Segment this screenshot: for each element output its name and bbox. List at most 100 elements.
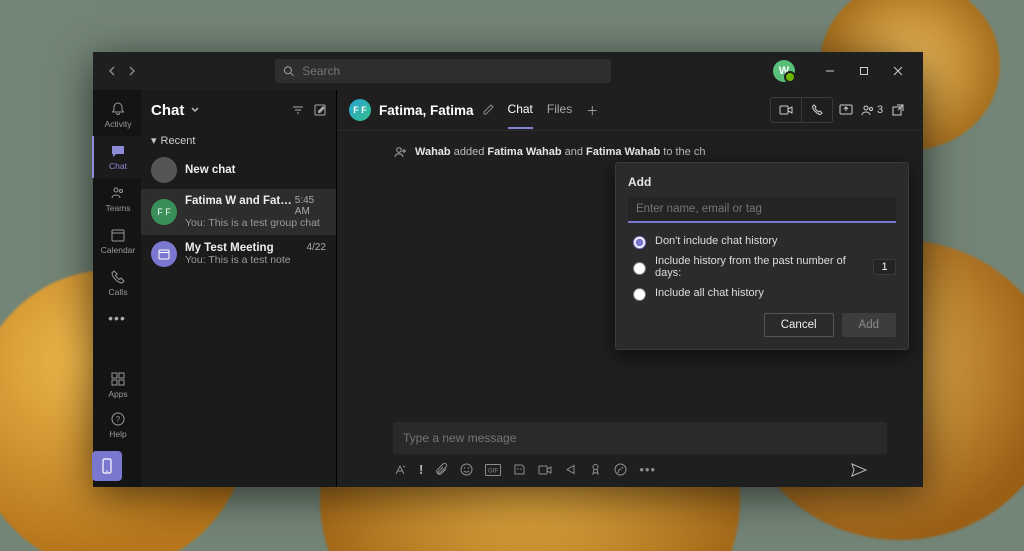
- rail-apps[interactable]: Apps: [92, 365, 142, 405]
- svg-text:GIF: GIF: [488, 468, 498, 474]
- phone-icon: [110, 269, 126, 285]
- tab-files[interactable]: Files: [547, 92, 572, 129]
- gif-icon[interactable]: GIF: [485, 464, 501, 476]
- popout-button[interactable]: [885, 104, 911, 116]
- radio-days[interactable]: [633, 262, 646, 275]
- rail-label: Calendar: [101, 245, 136, 255]
- opt-none-label: Don't include chat history: [655, 235, 778, 247]
- section-label-text: Recent: [161, 135, 196, 147]
- share-icon: [839, 104, 853, 116]
- participants-button[interactable]: 3: [859, 104, 885, 116]
- history-option-days[interactable]: Include history from the past number of …: [628, 255, 896, 279]
- rail-calendar[interactable]: Calendar: [92, 220, 142, 262]
- rail-label: Calls: [109, 287, 128, 297]
- opt-days-label: Include history from the past number of …: [655, 255, 863, 279]
- emoji-icon[interactable]: [460, 463, 473, 476]
- avatar-group: F F: [151, 199, 177, 225]
- sticker-icon[interactable]: [513, 463, 526, 476]
- history-option-all[interactable]: Include all chat history: [628, 285, 896, 301]
- rail-calls[interactable]: Calls: [92, 262, 142, 304]
- days-value[interactable]: 1: [873, 259, 896, 275]
- rail-label: Teams: [105, 203, 130, 213]
- chat-item-time: 5:45 AM: [295, 195, 326, 217]
- new-chat-icon[interactable]: [314, 104, 326, 116]
- composer: ! GIF •••: [337, 414, 923, 487]
- rail-label: Activity: [105, 119, 132, 129]
- app-rail: Activity Chat Teams Calendar Calls •••: [93, 90, 141, 487]
- teams-icon: [110, 185, 126, 201]
- chat-list-title[interactable]: Chat: [151, 102, 184, 119]
- sys-p1: Fatima Wahab: [487, 146, 561, 158]
- window-maximize[interactable]: [847, 57, 881, 85]
- cancel-button[interactable]: Cancel: [764, 313, 834, 337]
- approve-icon[interactable]: [614, 463, 627, 476]
- chat-item-name: New chat: [185, 164, 236, 176]
- sys-actor: Wahab: [415, 146, 451, 158]
- add-people-popup: Add Don't include chat history Include h…: [615, 162, 909, 350]
- chat-item-fatima[interactable]: F F Fatima W and Fatima W 5:45 AM You: T…: [141, 189, 336, 235]
- more-icon[interactable]: •••: [639, 462, 656, 477]
- people-icon: [861, 104, 875, 116]
- send-button[interactable]: [851, 463, 867, 477]
- stream-icon[interactable]: [564, 463, 577, 476]
- sys-tail: to the ch: [663, 146, 705, 158]
- popup-title: Add: [628, 175, 896, 189]
- phone-icon: [811, 104, 823, 116]
- rail-more[interactable]: •••: [108, 310, 126, 326]
- chat-avatar: F F: [349, 99, 371, 121]
- radio-none[interactable]: [633, 236, 646, 249]
- search-bar[interactable]: [275, 59, 611, 83]
- user-avatar[interactable]: W: [773, 60, 795, 82]
- nav-back[interactable]: [107, 66, 117, 76]
- attach-icon[interactable]: [435, 463, 448, 476]
- rail-activity[interactable]: Activity: [92, 94, 142, 136]
- search-input[interactable]: [300, 63, 603, 79]
- message-input[interactable]: [393, 422, 887, 454]
- search-icon: [283, 65, 294, 77]
- rail-help[interactable]: ? Help: [92, 405, 142, 445]
- opt-all-label: Include all chat history: [655, 287, 764, 299]
- edit-name-icon[interactable]: [482, 104, 494, 116]
- nav-forward[interactable]: [127, 66, 137, 76]
- chat-header: F F Fatima, Fatima Chat Files ＋: [337, 90, 923, 131]
- person-add-icon: [393, 145, 407, 159]
- chat-item-preview: You: This is a test group chat: [185, 217, 326, 229]
- avatar-placeholder: [151, 157, 177, 183]
- history-option-none[interactable]: Don't include chat history: [628, 233, 896, 249]
- audio-call-button[interactable]: [802, 97, 833, 123]
- video-call-button[interactable]: [770, 97, 802, 123]
- system-message: Wahab added Fatima Wahab and Fatima Waha…: [393, 145, 867, 159]
- section-recent[interactable]: ▾ Recent: [141, 130, 336, 151]
- chat-icon: [110, 143, 126, 159]
- calendar-icon: [158, 248, 170, 260]
- chat-item-name: My Test Meeting: [185, 242, 274, 254]
- window-close[interactable]: [881, 57, 915, 85]
- priority-icon[interactable]: !: [419, 462, 423, 477]
- window-minimize[interactable]: [813, 57, 847, 85]
- tab-add[interactable]: ＋: [586, 92, 598, 129]
- add-people-input[interactable]: [628, 197, 896, 223]
- calendar-icon: [110, 227, 126, 243]
- radio-all[interactable]: [633, 288, 646, 301]
- rail-label: Apps: [108, 389, 127, 399]
- rail-teams[interactable]: Teams: [92, 178, 142, 220]
- add-button[interactable]: Add: [842, 313, 896, 337]
- presence-dot: [784, 71, 796, 83]
- praise-icon[interactable]: [589, 463, 602, 476]
- tab-chat[interactable]: Chat: [508, 92, 533, 129]
- chevron-down-icon[interactable]: [190, 105, 200, 115]
- filter-icon[interactable]: [292, 104, 304, 116]
- help-icon: ?: [110, 411, 126, 427]
- chat-main: F F Fatima, Fatima Chat Files ＋: [337, 90, 923, 487]
- rail-chat[interactable]: Chat: [92, 136, 142, 178]
- format-icon[interactable]: [393, 463, 407, 477]
- avatar-meeting: [151, 241, 177, 267]
- titlebar: W: [93, 52, 923, 90]
- chat-list: Chat ▾ Recent New chat F F: [141, 90, 337, 487]
- chat-item-new[interactable]: New chat: [141, 151, 336, 189]
- meet-now-icon[interactable]: [538, 464, 552, 476]
- rail-mobile-button[interactable]: [92, 451, 122, 481]
- caret-down-icon: ▾: [151, 134, 157, 147]
- chat-item-meeting[interactable]: My Test Meeting 4/22 You: This is a test…: [141, 235, 336, 273]
- share-screen-button[interactable]: [833, 104, 859, 116]
